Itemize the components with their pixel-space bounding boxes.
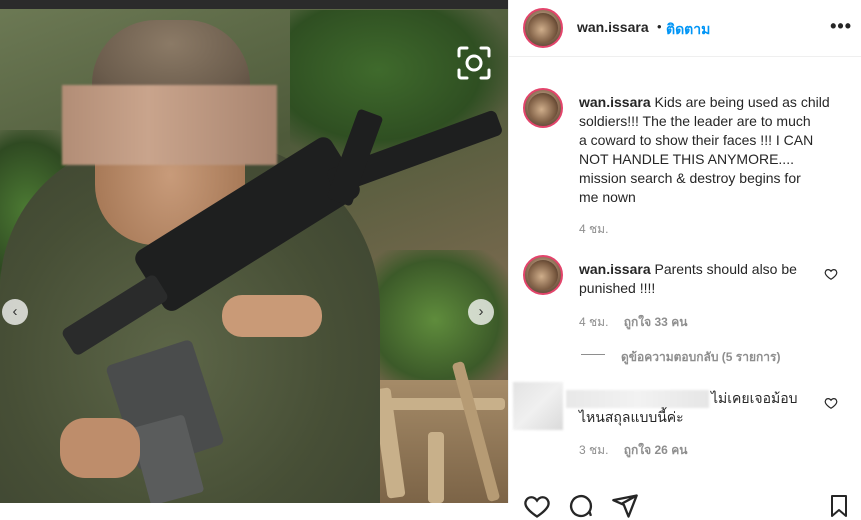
comment: ไม่เคยเจอม้อบ ไหนสถุลแบบนี้ค่ะ <box>579 389 819 427</box>
comment-avatar[interactable] <box>523 255 563 295</box>
replies-divider <box>581 354 605 355</box>
heart-icon[interactable] <box>824 267 838 281</box>
comment-meta: 3 ชม. ถูกใจ 26 คน <box>579 441 687 460</box>
next-photo-button[interactable]: › <box>468 299 494 325</box>
caption-line: Kids are being used as child <box>654 94 830 110</box>
post-photo: ‹ › <box>0 0 508 503</box>
heart-icon[interactable] <box>824 396 838 410</box>
plank <box>428 432 444 503</box>
caption-line: NOT HANDLE THIS ANYMORE.... <box>579 151 794 167</box>
like-icon[interactable] <box>523 492 551 520</box>
comment-likes[interactable]: ถูกใจ 26 คน <box>624 443 688 457</box>
hand <box>60 418 140 478</box>
header-separator: • <box>657 19 662 34</box>
comment: wan.issara Parents should also be punish… <box>579 260 819 298</box>
comment-meta: 4 ชม. ถูกใจ 33 คน <box>579 313 687 332</box>
header-username[interactable]: wan.issara <box>577 19 649 35</box>
caption-line: mission search & destroy begins for <box>579 170 801 186</box>
post-header: wan.issara • ติดตาม ••• <box>509 0 861 57</box>
hand <box>222 295 322 337</box>
caption-line: me nown <box>579 189 636 205</box>
share-icon[interactable] <box>611 492 639 520</box>
caption: wan.issara Kids are being used as child … <box>579 93 849 207</box>
caption-line: a coward to show their faces !!! I CAN <box>579 132 814 148</box>
prev-photo-button[interactable]: ‹ <box>2 299 28 325</box>
comment-icon[interactable] <box>567 492 595 520</box>
bookmark-icon[interactable] <box>827 492 851 520</box>
avatar[interactable] <box>523 8 563 48</box>
comment-time[interactable]: 3 ชม. <box>579 443 608 457</box>
post-side-panel: wan.issara • ติดตาม ••• wan.issara Kids … <box>508 0 861 518</box>
face-blur <box>62 85 277 165</box>
comment-line: ไม่เคยเจอม้อบ <box>711 390 798 406</box>
blurred-avatar[interactable] <box>513 382 563 430</box>
caption-username[interactable]: wan.issara <box>579 94 651 110</box>
caption-avatar[interactable] <box>523 88 563 128</box>
follow-button[interactable]: ติดตาม <box>666 19 710 41</box>
photo-top-bar <box>0 0 508 9</box>
comment-username[interactable]: wan.issara <box>579 261 651 277</box>
comment-line: punished !!!! <box>579 280 656 296</box>
comment-line: ไหนสถุลแบบนี้ค่ะ <box>579 409 684 425</box>
comment-likes[interactable]: ถูกใจ 33 คน <box>624 315 688 329</box>
comment-time[interactable]: 4 ชม. <box>579 315 608 329</box>
scan-icon[interactable] <box>455 44 493 82</box>
caption-time[interactable]: 4 ชม. <box>579 220 608 239</box>
comment-line: Parents should also be <box>654 261 797 277</box>
caption-line: soldiers!!! The the leader are to much <box>579 113 811 129</box>
more-options-button[interactable]: ••• <box>830 16 852 37</box>
action-bar <box>509 488 861 518</box>
view-replies-button[interactable]: ดูข้อความตอบกลับ (5 รายการ) <box>621 348 780 367</box>
